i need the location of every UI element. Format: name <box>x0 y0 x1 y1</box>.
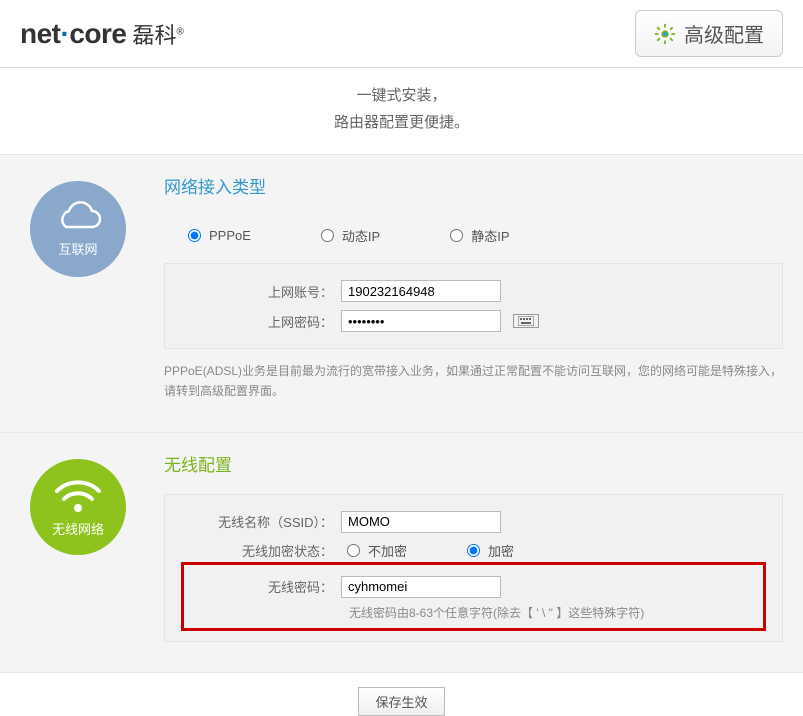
internet-circle-label: 互联网 <box>58 239 97 258</box>
logo: net·core 磊科® <box>20 18 184 50</box>
logo-cn: 磊科® <box>132 18 183 50</box>
wan-option-pppoe-label: PPPoE <box>209 228 251 243</box>
wan-option-dhcp[interactable]: 动态IP <box>321 226 380 245</box>
wireless-body: 无线配置 无线名称（SSID）： 无线加密状态： 不加密 加密 <box>164 451 783 642</box>
radio-static[interactable] <box>450 229 463 242</box>
advanced-settings-button[interactable]: 高级配置 <box>635 10 783 57</box>
logo-part-core: core <box>69 18 126 49</box>
save-button[interactable]: 保存生效 <box>358 687 444 716</box>
wireless-circle-label: 无线网络 <box>52 519 104 538</box>
wan-option-static[interactable]: 静态IP <box>450 226 509 245</box>
encryption-off-label: 不加密 <box>368 541 407 560</box>
radio-encryption[interactable] <box>467 544 480 557</box>
internet-circle: 互联网 <box>30 181 126 277</box>
cloud-icon <box>52 201 104 235</box>
network-title: 网络接入类型 <box>164 173 783 198</box>
header: net·core 磊科® 高级配置 <box>0 0 803 68</box>
pppoe-account-input[interactable] <box>341 280 501 302</box>
wifi-password-label: 无线密码： <box>183 577 341 596</box>
wireless-circle: 无线网络 <box>30 459 126 555</box>
encryption-radios: 不加密 加密 <box>341 541 514 560</box>
encryption-row: 无线加密状态： 不加密 加密 <box>183 537 764 564</box>
wan-option-pppoe[interactable]: PPPoE <box>188 226 251 245</box>
logo-part-net: net <box>20 18 61 49</box>
wan-type-radios: PPPoE 动态IP 静态IP <box>164 216 783 255</box>
virtual-keyboard-icon[interactable] <box>513 314 539 328</box>
wan-option-static-label: 静态IP <box>471 226 509 245</box>
pppoe-account-label: 上网账号： <box>183 282 341 301</box>
wifi-password-input[interactable] <box>341 576 501 598</box>
encryption-label: 无线加密状态： <box>183 541 341 560</box>
pppoe-account-row: 上网账号： <box>183 276 764 306</box>
advanced-settings-label: 高级配置 <box>684 19 764 48</box>
encryption-on-label: 加密 <box>488 541 514 560</box>
pppoe-password-row: 上网密码： <box>183 306 764 336</box>
wireless-title: 无线配置 <box>164 451 783 476</box>
logo-dot: · <box>61 18 70 49</box>
pppoe-help-text: PPPoE(ADSL)业务是目前最为流行的宽带接入业务，如果通过正常配置不能访问… <box>164 361 783 402</box>
encryption-option-on[interactable]: 加密 <box>467 541 514 560</box>
ssid-input[interactable] <box>341 511 501 533</box>
tagline-line-2: 路由器配置更便捷。 <box>0 109 803 136</box>
pppoe-password-label: 上网密码： <box>183 312 341 331</box>
logo-trademark: ® <box>177 26 184 37</box>
wan-option-dhcp-label: 动态IP <box>342 226 380 245</box>
encryption-option-off[interactable]: 不加密 <box>347 541 407 560</box>
ssid-label: 无线名称（SSID）： <box>183 512 341 531</box>
network-body: 网络接入类型 PPPoE 动态IP 静态IP 上网账号： 上网密码： <box>164 173 783 402</box>
tagline-line-1: 一键式安装， <box>0 82 803 109</box>
network-section: 互联网 网络接入类型 PPPoE 动态IP 静态IP 上网账号： 上网密 <box>0 155 803 432</box>
gear-icon <box>654 23 676 45</box>
logo-cn-text: 磊科 <box>132 23 176 48</box>
tagline: 一键式安装， 路由器配置更便捷。 <box>0 68 803 155</box>
wifi-password-highlight: 无线密码： 无线密码由8-63个任意字符(除去【 ' \ " 】这些特殊字符) <box>183 564 764 629</box>
wifi-password-hint: 无线密码由8-63个任意字符(除去【 ' \ " 】这些特殊字符) <box>183 604 764 621</box>
wireless-section: 无线网络 无线配置 无线名称（SSID）： 无线加密状态： 不加密 加密 <box>0 432 803 672</box>
wifi-password-row: 无线密码： <box>183 572 764 602</box>
radio-no-encryption[interactable] <box>347 544 360 557</box>
pppoe-form: 上网账号： 上网密码： <box>164 263 783 349</box>
ssid-row: 无线名称（SSID）： <box>183 507 764 537</box>
radio-dhcp[interactable] <box>321 229 334 242</box>
radio-pppoe[interactable] <box>188 229 201 242</box>
wifi-icon <box>51 475 105 515</box>
pppoe-password-input[interactable] <box>341 310 501 332</box>
footer: 保存生效 <box>0 672 803 716</box>
logo-text: net·core <box>20 18 126 50</box>
wireless-form: 无线名称（SSID）： 无线加密状态： 不加密 加密 <box>164 494 783 642</box>
